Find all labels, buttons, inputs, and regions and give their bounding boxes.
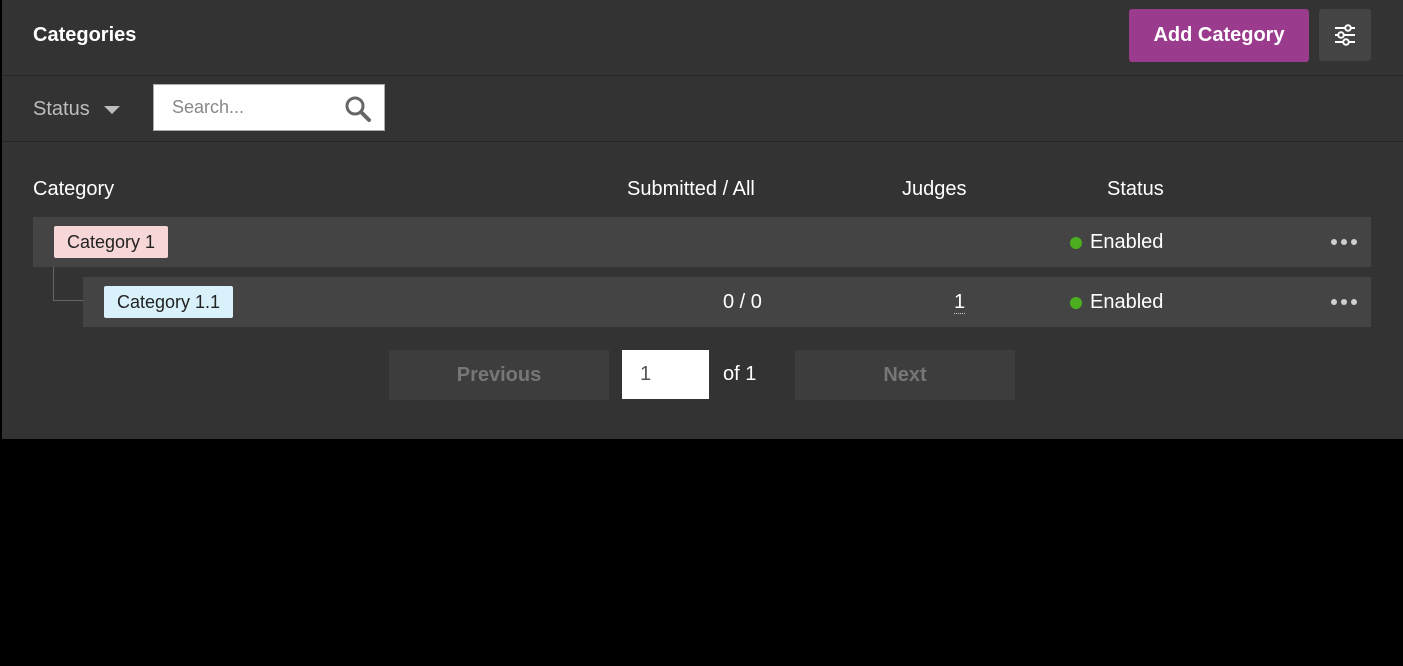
page-title: Categories — [33, 24, 137, 46]
status-label: Enabled — [1090, 231, 1164, 253]
caret-down-icon — [103, 106, 120, 114]
add-category-button[interactable]: Add Category — [1129, 9, 1309, 62]
table-row[interactable]: Category 1.1 0 / 0 1 Enabled — [83, 277, 1371, 327]
status-dot-icon — [1070, 296, 1082, 309]
search-box — [153, 84, 385, 131]
column-header-status: Status — [1107, 178, 1164, 200]
search-icon[interactable] — [344, 95, 372, 123]
sliders-icon — [1335, 24, 1355, 46]
more-options-icon[interactable] — [1331, 299, 1357, 305]
category-tag[interactable]: Category 1 — [54, 226, 169, 258]
status-cell: Enabled — [1070, 291, 1163, 314]
filter-bar: Status — [2, 76, 1403, 142]
column-header-judges: Judges — [902, 178, 967, 200]
judges-count[interactable]: 1 — [954, 291, 966, 314]
column-header-submitted-all: Submitted / All — [627, 178, 755, 200]
status-label: Enabled — [1090, 291, 1164, 313]
status-filter-dropdown[interactable]: Status — [33, 96, 120, 122]
next-page-button[interactable]: Next — [795, 350, 1015, 400]
panel-header: Categories Add Category — [2, 0, 1403, 76]
page-number-input[interactable]: 1 — [622, 350, 709, 399]
submitted-all-value: 0 / 0 — [723, 291, 762, 313]
status-cell: Enabled — [1070, 231, 1163, 254]
page-count-label: of 1 — [723, 363, 757, 385]
tree-connector-horizontal — [53, 300, 83, 301]
previous-page-button[interactable]: Previous — [389, 350, 609, 400]
search-input[interactable] — [170, 96, 344, 119]
tree-connector — [53, 267, 54, 300]
judges-count-link[interactable]: 1 — [954, 291, 966, 314]
column-header-category: Category — [33, 178, 115, 200]
settings-button[interactable] — [1319, 9, 1371, 61]
category-tag[interactable]: Category 1.1 — [104, 286, 234, 318]
more-options-icon[interactable] — [1331, 239, 1357, 245]
status-filter-label: Status — [33, 97, 90, 120]
categories-panel: Categories Add Category Status Search...… — [2, 0, 1403, 439]
status-dot-icon — [1070, 236, 1082, 249]
table-row[interactable]: Category 1 Enabled — [33, 217, 1371, 267]
